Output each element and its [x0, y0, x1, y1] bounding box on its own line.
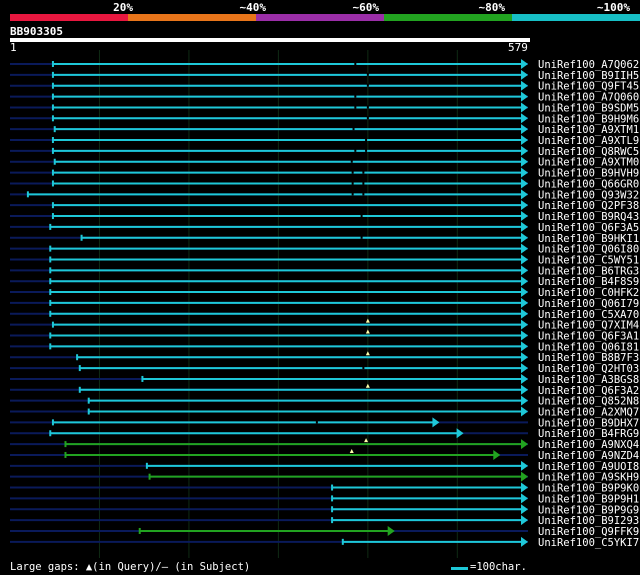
subject-gap-marker	[362, 366, 365, 370]
subject-gap-marker	[352, 127, 355, 131]
subject-gap-marker	[362, 170, 365, 174]
hit-arrow	[521, 178, 528, 189]
subject-gap-marker	[354, 94, 357, 98]
alignment-hits: UniRef100_A7Q062UniRef100_B9IIH5UniRef10…	[10, 50, 639, 558]
hit-arrow	[521, 439, 528, 450]
subject-gap-marker	[366, 72, 369, 76]
subject-gap-marker	[362, 181, 365, 185]
hit-arrow	[521, 254, 528, 265]
hit-arrow	[521, 504, 528, 515]
hit-arrow	[521, 384, 528, 395]
subject-gap-marker	[351, 192, 354, 196]
hit-arrow	[521, 471, 528, 482]
subject-gap-marker	[351, 170, 354, 174]
hit-arrow	[521, 189, 528, 200]
hit-arrow	[521, 59, 528, 69]
subject-gap-marker	[354, 62, 357, 65]
subject-gap-marker	[354, 148, 357, 152]
hit-arrow	[521, 515, 528, 526]
subject-gap-marker	[360, 214, 363, 218]
subject-gap-marker	[351, 181, 354, 185]
subject-gap-marker	[360, 235, 363, 239]
query-gap-marker	[365, 329, 370, 334]
hit-arrow	[521, 211, 528, 222]
hit-arrow	[521, 319, 528, 330]
subject-gap-marker	[362, 192, 365, 196]
hit-arrow	[521, 135, 528, 146]
hit-arrow	[521, 102, 528, 113]
hit-arrow	[521, 200, 528, 211]
subject-gap-marker	[350, 159, 353, 163]
hit-arrow	[521, 124, 528, 135]
hit-arrow	[521, 460, 528, 471]
query-gap-marker	[349, 448, 354, 453]
hit-arrow	[521, 276, 528, 287]
hit-arrow	[521, 265, 528, 276]
hit-arrow	[521, 341, 528, 352]
hit-id-label: UniRef100_C5YKI7	[538, 537, 639, 549]
hit-arrow	[432, 417, 440, 428]
scale-bar	[451, 567, 468, 570]
hit-arrow	[521, 156, 528, 167]
hit-arrow	[521, 287, 528, 298]
hit-arrow	[387, 525, 395, 536]
subject-gap-marker	[354, 105, 357, 109]
hit-arrow	[521, 308, 528, 319]
hit-arrow	[493, 449, 501, 460]
hit-arrow	[521, 395, 528, 406]
subject-gap-marker	[365, 148, 368, 152]
hit-arrow	[521, 406, 528, 417]
hit-arrow	[521, 243, 528, 254]
hit-row: UniRef100_C5YKI7	[10, 536, 639, 549]
hit-arrow	[521, 167, 528, 178]
hit-arrow	[521, 221, 528, 232]
query-gap-marker	[365, 383, 370, 388]
hit-arrow	[521, 232, 528, 243]
hit-arrow	[521, 536, 528, 547]
hit-arrow	[521, 69, 528, 80]
hit-arrow	[521, 297, 528, 308]
subject-gap-marker	[365, 138, 368, 142]
hit-arrow	[521, 330, 528, 341]
hit-arrow	[456, 428, 464, 439]
scale-label: =100char.	[470, 561, 527, 573]
hit-arrow	[521, 373, 528, 384]
query-gap-marker	[365, 351, 370, 356]
subject-gap-marker	[366, 83, 369, 87]
hit-arrow	[521, 352, 528, 363]
subject-gap-marker	[315, 420, 318, 424]
query-gap-marker	[365, 318, 370, 323]
hit-arrow	[521, 482, 528, 493]
hit-arrow	[521, 91, 528, 102]
hit-arrow	[521, 145, 528, 156]
subject-gap-marker	[366, 105, 369, 109]
hit-arrow	[521, 113, 528, 124]
subject-gap-marker	[366, 116, 369, 120]
large-gaps-note: Large gaps: ▲(in Query)/– (in Subject)	[10, 561, 251, 573]
hit-arrow	[521, 363, 528, 374]
hit-arrow	[521, 80, 528, 91]
hit-arrow	[521, 493, 528, 504]
